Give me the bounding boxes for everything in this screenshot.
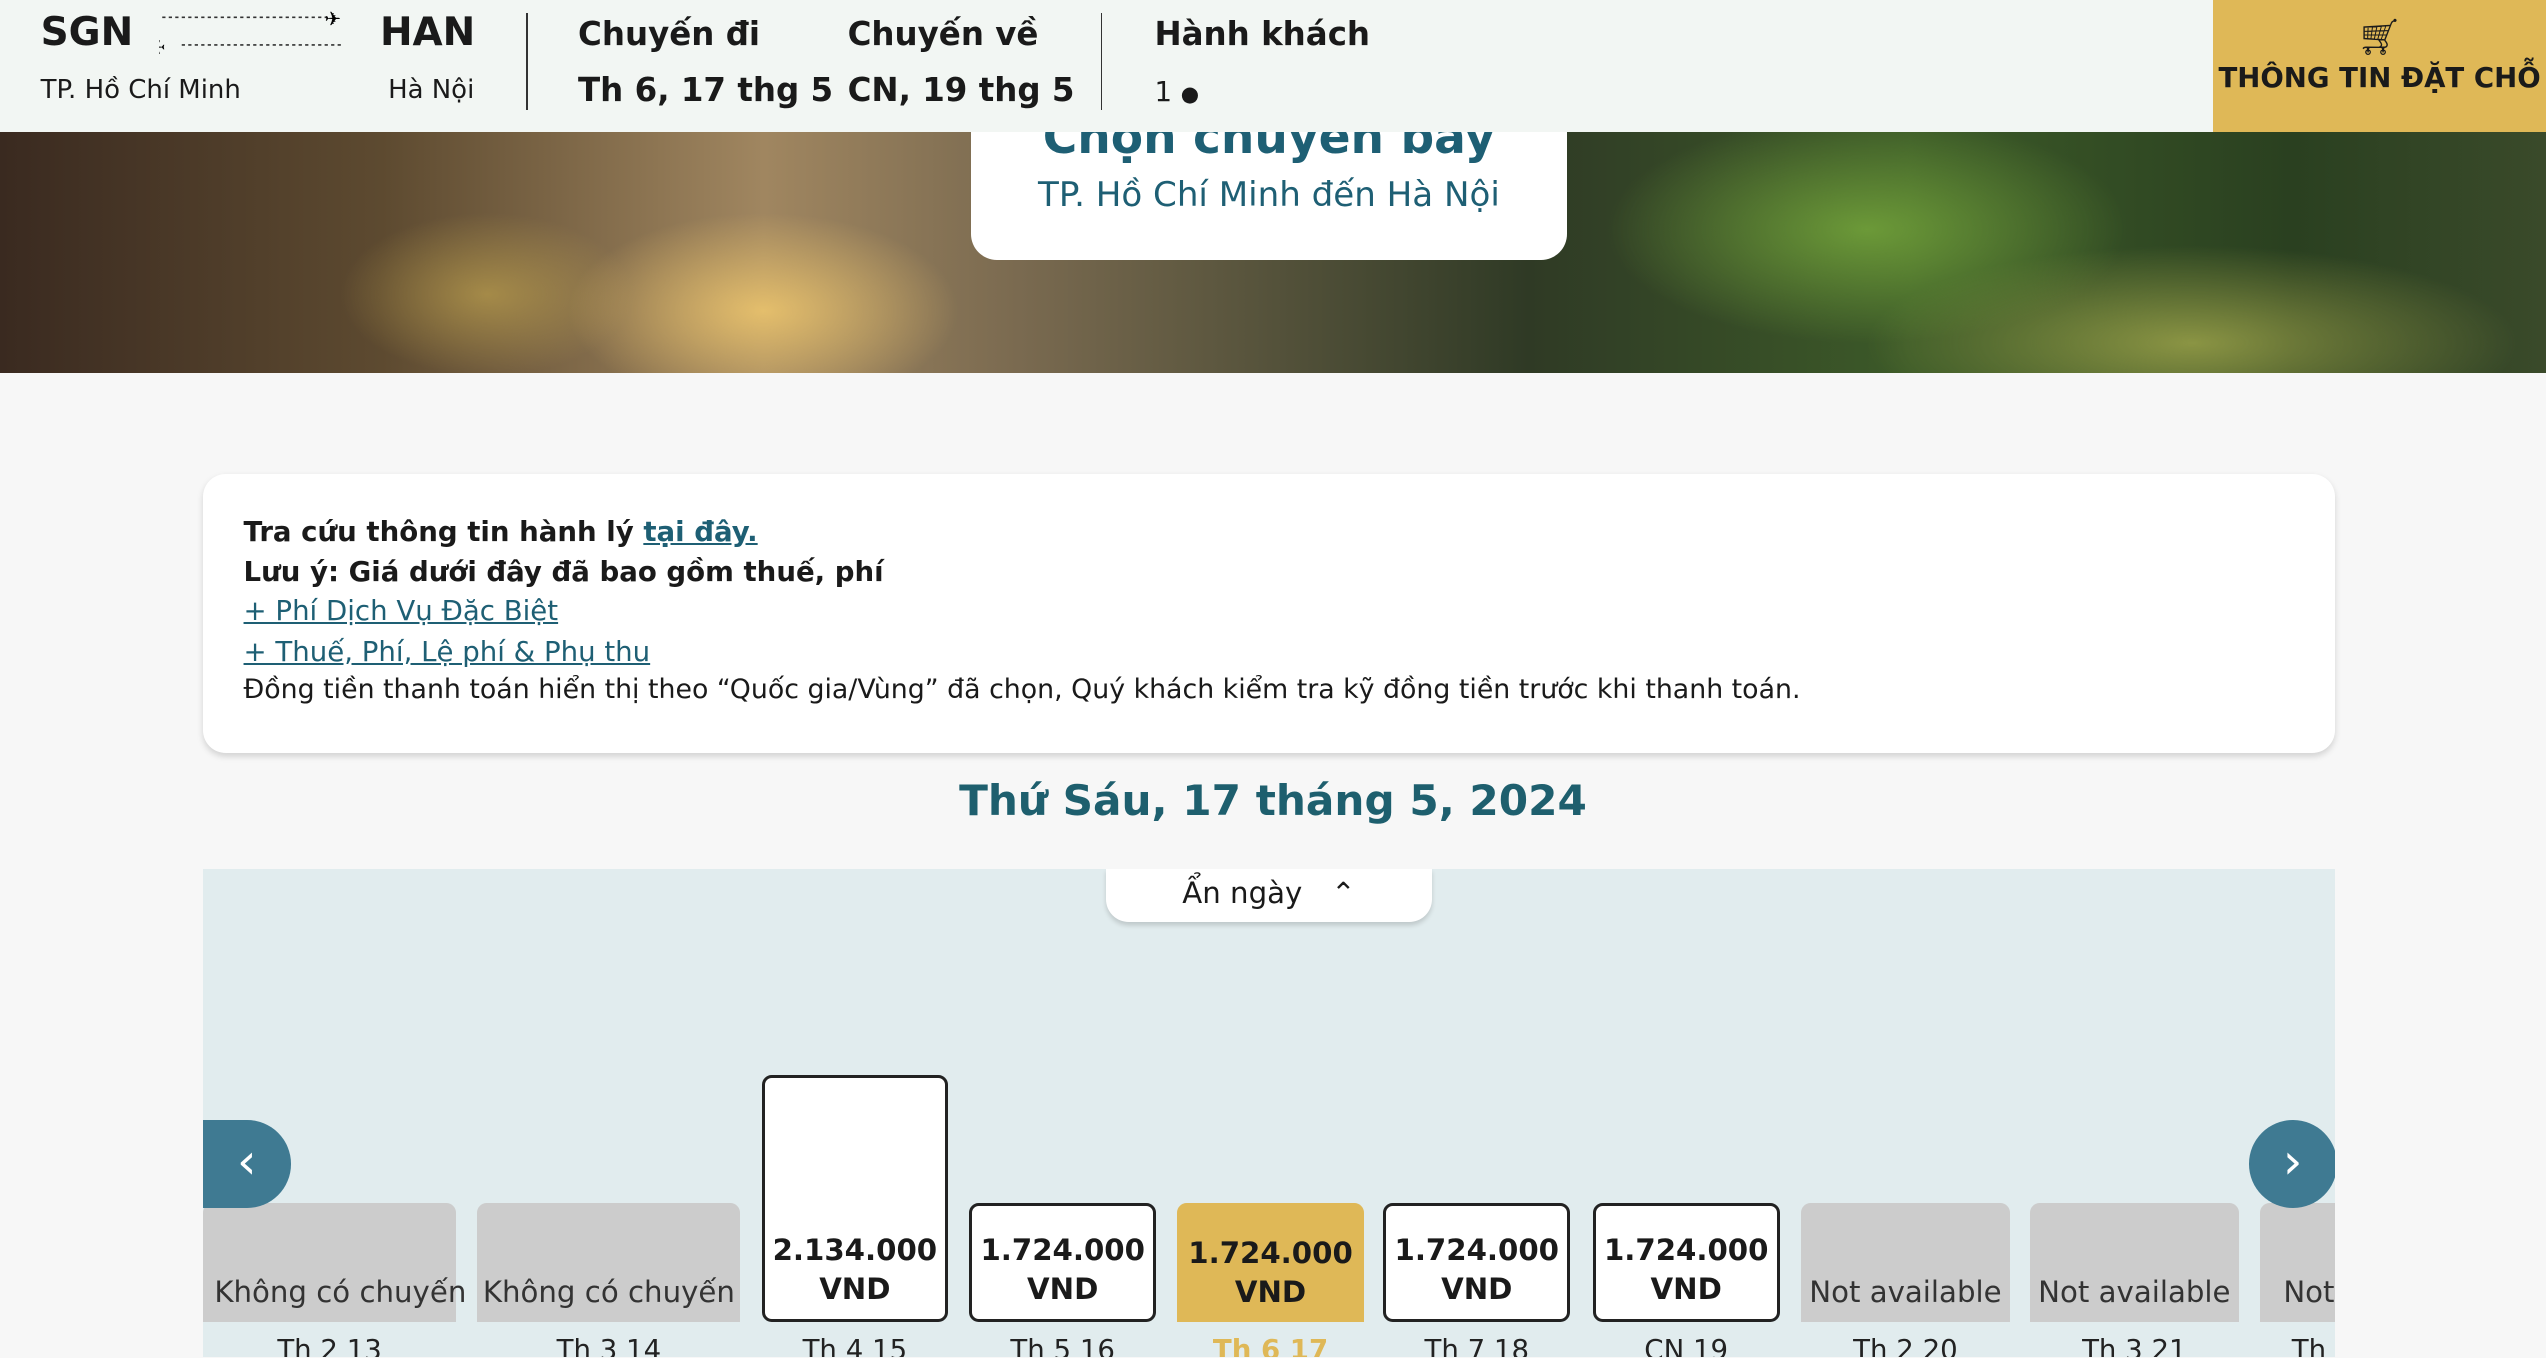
- unavailable-text: Không có chuyến: [482, 1275, 735, 1309]
- passenger-label: Hành khách: [1154, 14, 1371, 53]
- date-price-cell: Không có chuyến: [477, 1203, 741, 1322]
- next-dates-button[interactable]: ›: [2248, 1120, 2335, 1209]
- return-date[interactable]: CN, 19 thg 5: [848, 71, 1075, 109]
- date-label[interactable]: Th 7 18: [1383, 1333, 1570, 1357]
- person-icon: ●: [1180, 80, 1200, 106]
- origin-code: SGN: [40, 9, 134, 55]
- chevron-left-icon: ‹: [237, 1134, 257, 1191]
- date-label[interactable]: Th 5 16: [969, 1333, 1156, 1357]
- trip-summary-header: SGN TP. Hồ Chí Minh ✈ ✈ HAN Hà Nội Chuyế…: [0, 0, 2546, 132]
- date-label[interactable]: Th 6 17: [1177, 1333, 1364, 1357]
- currency: VND: [1234, 1275, 1307, 1309]
- date-price-cell: Not available: [1800, 1203, 2011, 1322]
- date-label[interactable]: Th: [2260, 1333, 2335, 1357]
- date-label[interactable]: CN 19: [1593, 1333, 1780, 1357]
- date-price-cell[interactable]: 2.134.000 VND: [761, 1074, 949, 1322]
- cart-icon: 🛒︎: [2356, 17, 2403, 59]
- currency: VND: [819, 1272, 891, 1306]
- unavailable-text: Not available: [1809, 1275, 2002, 1309]
- price: 1.724.000: [1394, 1233, 1559, 1268]
- currency: VND: [1441, 1272, 1513, 1306]
- price: 1.724.000: [1603, 1233, 1769, 1268]
- baggage-link[interactable]: tại đây.: [643, 515, 757, 548]
- info-card: Tra cứu thông tin hành lý tại đây. Lưu ý…: [202, 474, 2335, 754]
- price: 2.134.000: [772, 1233, 938, 1268]
- price: 1.724.000: [980, 1233, 1145, 1268]
- currency: VND: [1650, 1272, 1722, 1306]
- date-price-cell[interactable]: 1.724.000 VND: [969, 1203, 1157, 1322]
- date-price-cell[interactable]: 1.724.000 VND: [1177, 1203, 1364, 1322]
- depart-label: Chuyến đi: [578, 14, 761, 53]
- depart-date[interactable]: Th 6, 17 thg 5: [578, 71, 833, 109]
- dest-city: Hà Nội: [388, 74, 475, 105]
- booking-info-label: THÔNG TIN ĐẶT CHỖ: [2218, 61, 2541, 95]
- date-price-cell[interactable]: 1.724.000 VND: [1383, 1203, 1571, 1322]
- svg-text:✈: ✈: [325, 8, 341, 31]
- taxes-fees-link[interactable]: + Thuế, Phí, Lệ phí & Phụ thu: [244, 635, 651, 668]
- svg-text:✈: ✈: [159, 36, 165, 56]
- booking-info-button[interactable]: 🛒︎ THÔNG TIN ĐẶT CHỖ: [2213, 0, 2546, 132]
- date-label[interactable]: Th 3 14: [477, 1333, 740, 1357]
- return-label: Chuyến về: [847, 14, 1039, 53]
- roundtrip-plane-icon: ✈ ✈: [159, 8, 345, 56]
- divider: [526, 12, 528, 111]
- price-note: Lưu ý: Giá dưới đây đã bao gồm thuế, phí: [243, 555, 884, 589]
- date-label[interactable]: Th 3 21: [2030, 1333, 2239, 1357]
- dest-code: HAN: [379, 9, 476, 55]
- selected-date-heading: Thứ Sáu, 17 tháng 5, 2024: [959, 776, 1587, 826]
- route-subtitle: TP. Hồ Chí Minh đến Hà Nội: [1038, 175, 1500, 216]
- price: 1.724.000: [1188, 1236, 1353, 1271]
- date-label[interactable]: Th 4 15: [762, 1333, 949, 1357]
- date-price-calendar: Ẩn ngày ⌃ Không có chuyến Th 2 13 Không có…: [202, 868, 2335, 1358]
- date-label[interactable]: Th 2 13: [203, 1333, 456, 1357]
- currency-note: Đồng tiền thanh toán hiển thị theo “Quốc…: [243, 673, 1801, 705]
- special-service-fee-link[interactable]: + Phí Dịch Vụ Đặc Biệt: [244, 594, 559, 627]
- divider: [1100, 12, 1103, 111]
- origin-city: TP. Hồ Chí Minh: [40, 74, 241, 105]
- chevron-right-icon: ›: [2282, 1134, 2303, 1191]
- unavailable-text: Not available: [2038, 1275, 2231, 1309]
- baggage-line: Tra cứu thông tin hành lý tại đây.: [244, 515, 758, 548]
- date-label[interactable]: Th 2 20: [1801, 1333, 2010, 1357]
- baggage-text: Tra cứu thông tin hành lý: [243, 514, 644, 548]
- currency: VND: [1027, 1272, 1099, 1306]
- chevron-up-icon: ⌃: [1331, 875, 1356, 910]
- unavailable-text: Not: [2283, 1275, 2335, 1309]
- date-price-cell: Not: [2260, 1203, 2335, 1322]
- date-price-cell[interactable]: 1.724.000 VND: [1592, 1203, 1780, 1322]
- date-price-cell: Not available: [2029, 1203, 2240, 1322]
- hide-dates-toggle[interactable]: Ẩn ngày ⌃: [1105, 868, 1433, 923]
- previous-dates-button[interactable]: ‹: [202, 1120, 291, 1209]
- passenger-count[interactable]: 1 ●: [1154, 75, 1199, 108]
- passenger-count-value: 1: [1154, 74, 1173, 108]
- date-price-cell: Không có chuyến: [202, 1203, 467, 1322]
- toggle-label: Ẩn ngày: [1182, 875, 1303, 910]
- unavailable-text: Không có chuyến: [214, 1275, 467, 1309]
